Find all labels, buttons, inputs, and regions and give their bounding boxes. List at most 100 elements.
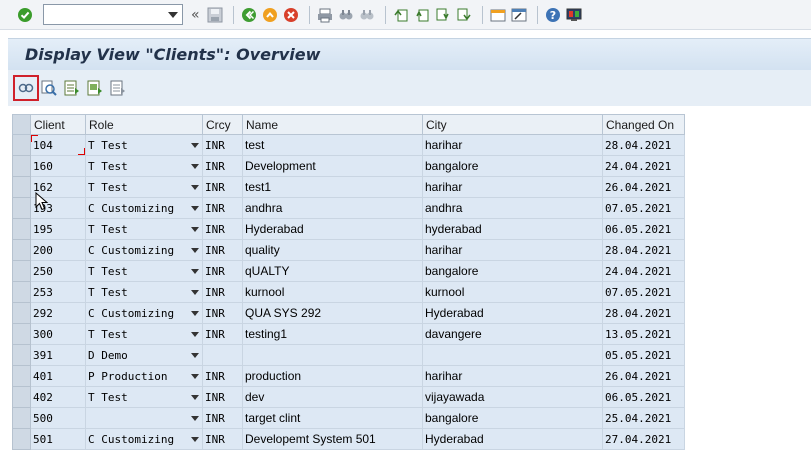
cell-changed-on[interactable]: 07.05.2021: [602, 197, 685, 219]
cancel-icon[interactable]: [282, 6, 300, 24]
select-all-column-header[interactable]: [12, 114, 31, 135]
cell-changed-on[interactable]: 24.04.2021: [602, 155, 685, 177]
cell-client[interactable]: 200: [30, 239, 86, 261]
cell-role[interactable]: T Test: [85, 386, 203, 408]
table-row[interactable]: 391 D Demo 05.05.2021: [12, 344, 685, 366]
cell-name[interactable]: test: [242, 134, 423, 156]
row-selector[interactable]: [12, 386, 31, 408]
table-row[interactable]: 193C CustomizingINRandhraandhra07.05.202…: [12, 197, 685, 219]
row-selector[interactable]: [12, 155, 31, 177]
cell-role[interactable]: T Test: [85, 218, 203, 240]
cell-name[interactable]: Developemt System 501: [242, 428, 423, 450]
chevron-down-icon[interactable]: [168, 12, 178, 18]
column-header-client[interactable]: Client: [30, 114, 86, 135]
chevron-down-icon[interactable]: [191, 143, 199, 148]
column-header-role[interactable]: Role: [85, 114, 203, 135]
print-icon[interactable]: [316, 6, 334, 24]
row-selector[interactable]: [12, 407, 31, 429]
cell-city[interactable]: harihar: [422, 365, 603, 387]
column-header-changed-on[interactable]: Changed On: [602, 114, 685, 135]
cell-city[interactable]: bangalore: [422, 260, 603, 282]
chevron-down-icon[interactable]: [191, 437, 199, 442]
table-row[interactable]: 160 T Test INR Development bangalore 24.04.20…: [12, 155, 685, 177]
cell-name[interactable]: target clint: [242, 407, 423, 429]
row-selector[interactable]: [12, 197, 31, 219]
cell-city[interactable]: [422, 344, 603, 366]
shortcut-icon[interactable]: [510, 6, 528, 24]
cell-name[interactable]: QUA SYS 292: [242, 302, 423, 324]
cell-crcy[interactable]: INR: [202, 155, 243, 177]
row-selector[interactable]: [12, 302, 31, 324]
save-icon[interactable]: [206, 6, 224, 24]
select-all-icon[interactable]: [62, 78, 82, 98]
help-icon[interactable]: ?: [544, 6, 562, 24]
cell-changed-on[interactable]: 24.04.2021: [602, 260, 685, 282]
cell-client[interactable]: 253: [30, 281, 86, 303]
cell-city[interactable]: harihar: [422, 176, 603, 198]
find-icon[interactable]: [337, 6, 355, 24]
cell-crcy[interactable]: INR: [202, 323, 243, 345]
exit-icon[interactable]: [261, 6, 279, 24]
cell-name[interactable]: qUALTY: [242, 260, 423, 282]
cell-role[interactable]: T Test: [85, 281, 203, 303]
cell-crcy[interactable]: INR: [202, 239, 243, 261]
cell-changed-on[interactable]: 25.04.2021: [602, 407, 685, 429]
command-field[interactable]: [43, 4, 183, 25]
row-selector[interactable]: [12, 323, 31, 345]
cell-crcy[interactable]: INR: [202, 197, 243, 219]
cell-role[interactable]: T Test: [85, 260, 203, 282]
cell-city[interactable]: bangalore: [422, 155, 603, 177]
cell-name[interactable]: [242, 344, 423, 366]
column-header-name[interactable]: Name: [242, 114, 423, 135]
table-row[interactable]: 292 C Customizing INR QUA SYS 292 Hyderabad 2…: [12, 302, 685, 324]
cell-client[interactable]: 402: [30, 386, 86, 408]
table-row[interactable]: 300 T Test INR testing1 davangere 13.05.2021: [12, 323, 685, 345]
cell-role[interactable]: T Test: [85, 155, 203, 177]
column-header-city[interactable]: City: [422, 114, 603, 135]
cell-city[interactable]: vijayawada: [422, 386, 603, 408]
cell-city[interactable]: kurnool: [422, 281, 603, 303]
cell-changed-on[interactable]: 05.05.2021: [602, 344, 685, 366]
cell-crcy[interactable]: INR: [202, 260, 243, 282]
cell-changed-on[interactable]: 26.04.2021: [602, 176, 685, 198]
cell-crcy[interactable]: INR: [202, 176, 243, 198]
cell-role[interactable]: P Production: [85, 365, 203, 387]
cell-client[interactable]: 501: [30, 428, 86, 450]
cell-changed-on[interactable]: 28.04.2021: [602, 239, 685, 261]
next-page-icon[interactable]: [434, 6, 452, 24]
enter-icon[interactable]: [16, 6, 34, 24]
row-selector[interactable]: [12, 260, 31, 282]
row-selector[interactable]: [12, 176, 31, 198]
chevron-down-icon[interactable]: [191, 395, 199, 400]
cell-client[interactable]: 500: [30, 407, 86, 429]
cell-role[interactable]: C Customizing: [85, 428, 203, 450]
chevron-down-icon[interactable]: [191, 227, 199, 232]
cell-name[interactable]: test1: [242, 176, 423, 198]
back-icon[interactable]: [240, 6, 258, 24]
table-row[interactable]: 200 C Customizing INR quality harihar 28.04.2…: [12, 239, 685, 261]
cell-changed-on[interactable]: 06.05.2021: [602, 218, 685, 240]
cell-client[interactable]: 300: [30, 323, 86, 345]
cell-crcy[interactable]: INR: [202, 407, 243, 429]
cell-name[interactable]: dev: [242, 386, 423, 408]
chevron-down-icon[interactable]: [191, 206, 199, 211]
table-row[interactable]: 501 C Customizing INR Developemt System 501…: [12, 428, 685, 450]
select-block-icon[interactable]: [85, 78, 105, 98]
cell-name[interactable]: quality: [242, 239, 423, 261]
cell-client[interactable]: 160: [30, 155, 86, 177]
cell-changed-on[interactable]: 26.04.2021: [602, 365, 685, 387]
table-row[interactable]: 104 T Test INR test harihar 28.04.2021: [12, 134, 685, 156]
row-selector[interactable]: [12, 344, 31, 366]
chevron-down-icon[interactable]: [191, 353, 199, 358]
chevron-down-icon[interactable]: [191, 269, 199, 274]
display-details-icon[interactable]: [13, 75, 39, 101]
cell-changed-on[interactable]: 13.05.2021: [602, 323, 685, 345]
table-row[interactable]: 250 T Test INR qUALTY bangalore 24.04.2021: [12, 260, 685, 282]
cell-role[interactable]: T Test: [85, 323, 203, 345]
table-row[interactable]: 195 T Test INR Hyderabad hyderabad 06.05.2021: [12, 218, 685, 240]
previous-page-icon[interactable]: [413, 6, 431, 24]
cell-city[interactable]: Hyderabad: [422, 428, 603, 450]
last-page-icon[interactable]: [455, 6, 473, 24]
chevron-down-icon[interactable]: [191, 248, 199, 253]
cell-city[interactable]: andhra: [422, 197, 603, 219]
